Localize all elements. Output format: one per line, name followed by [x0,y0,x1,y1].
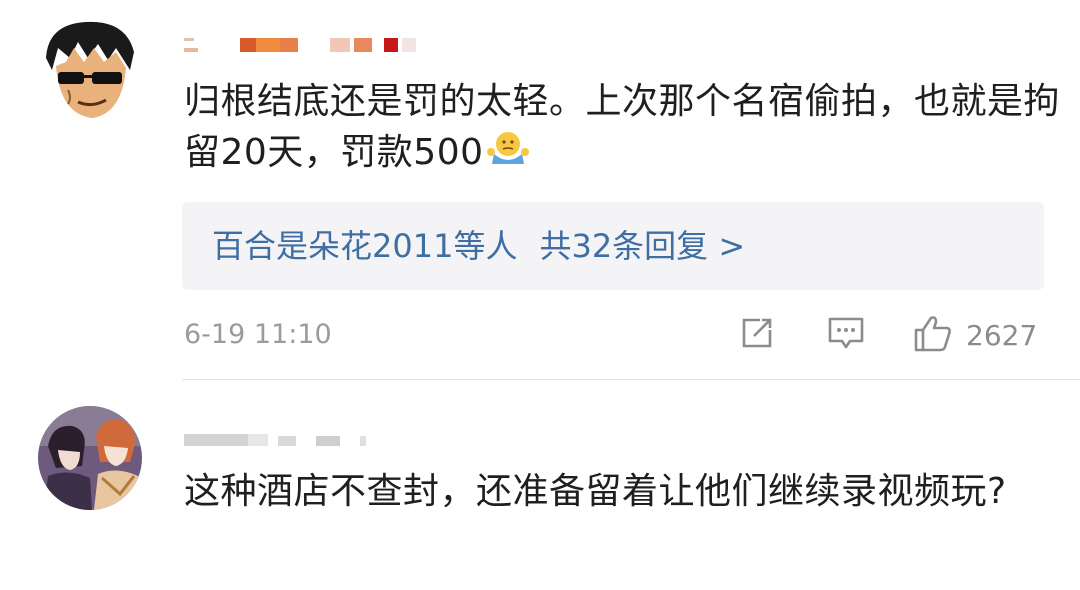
repost-button[interactable] [738,314,776,356]
thumbs-up-icon [912,312,954,358]
shrug-emoji-icon [484,128,532,182]
comment-timestamp: 6-19 11:10 [184,319,332,350]
reply-users-link[interactable]: 百合是朵花2011等人 [212,227,517,265]
like-button[interactable]: 2627 [912,314,1037,356]
username-redacted[interactable] [184,432,384,446]
comment-body: 归根结底还是罚的太轻。上次那个名宿偷拍，也就是拘留20天，罚款500 [184,81,1061,173]
comment-button[interactable] [826,314,866,356]
comment-divider [182,379,1080,380]
avatar-commenter-1[interactable] [38,18,142,122]
replies-preview[interactable]: 百合是朵花2011等人 共32条回复 > [182,202,1044,290]
avatar-commenter-2[interactable] [38,406,142,510]
comment-icon [826,313,866,357]
username-redacted[interactable] [184,38,424,52]
comment-text-1: 归根结底还是罚的太轻。上次那个名宿偷拍，也就是拘留20天，罚款500 [184,76,1064,182]
reply-count-link[interactable]: 共32条回复 > [539,227,745,265]
like-count: 2627 [966,318,1038,352]
share-icon [738,314,776,356]
comment-text-2: 这种酒店不查封，还准备留着让他们继续录视频玩? [184,471,1007,512]
